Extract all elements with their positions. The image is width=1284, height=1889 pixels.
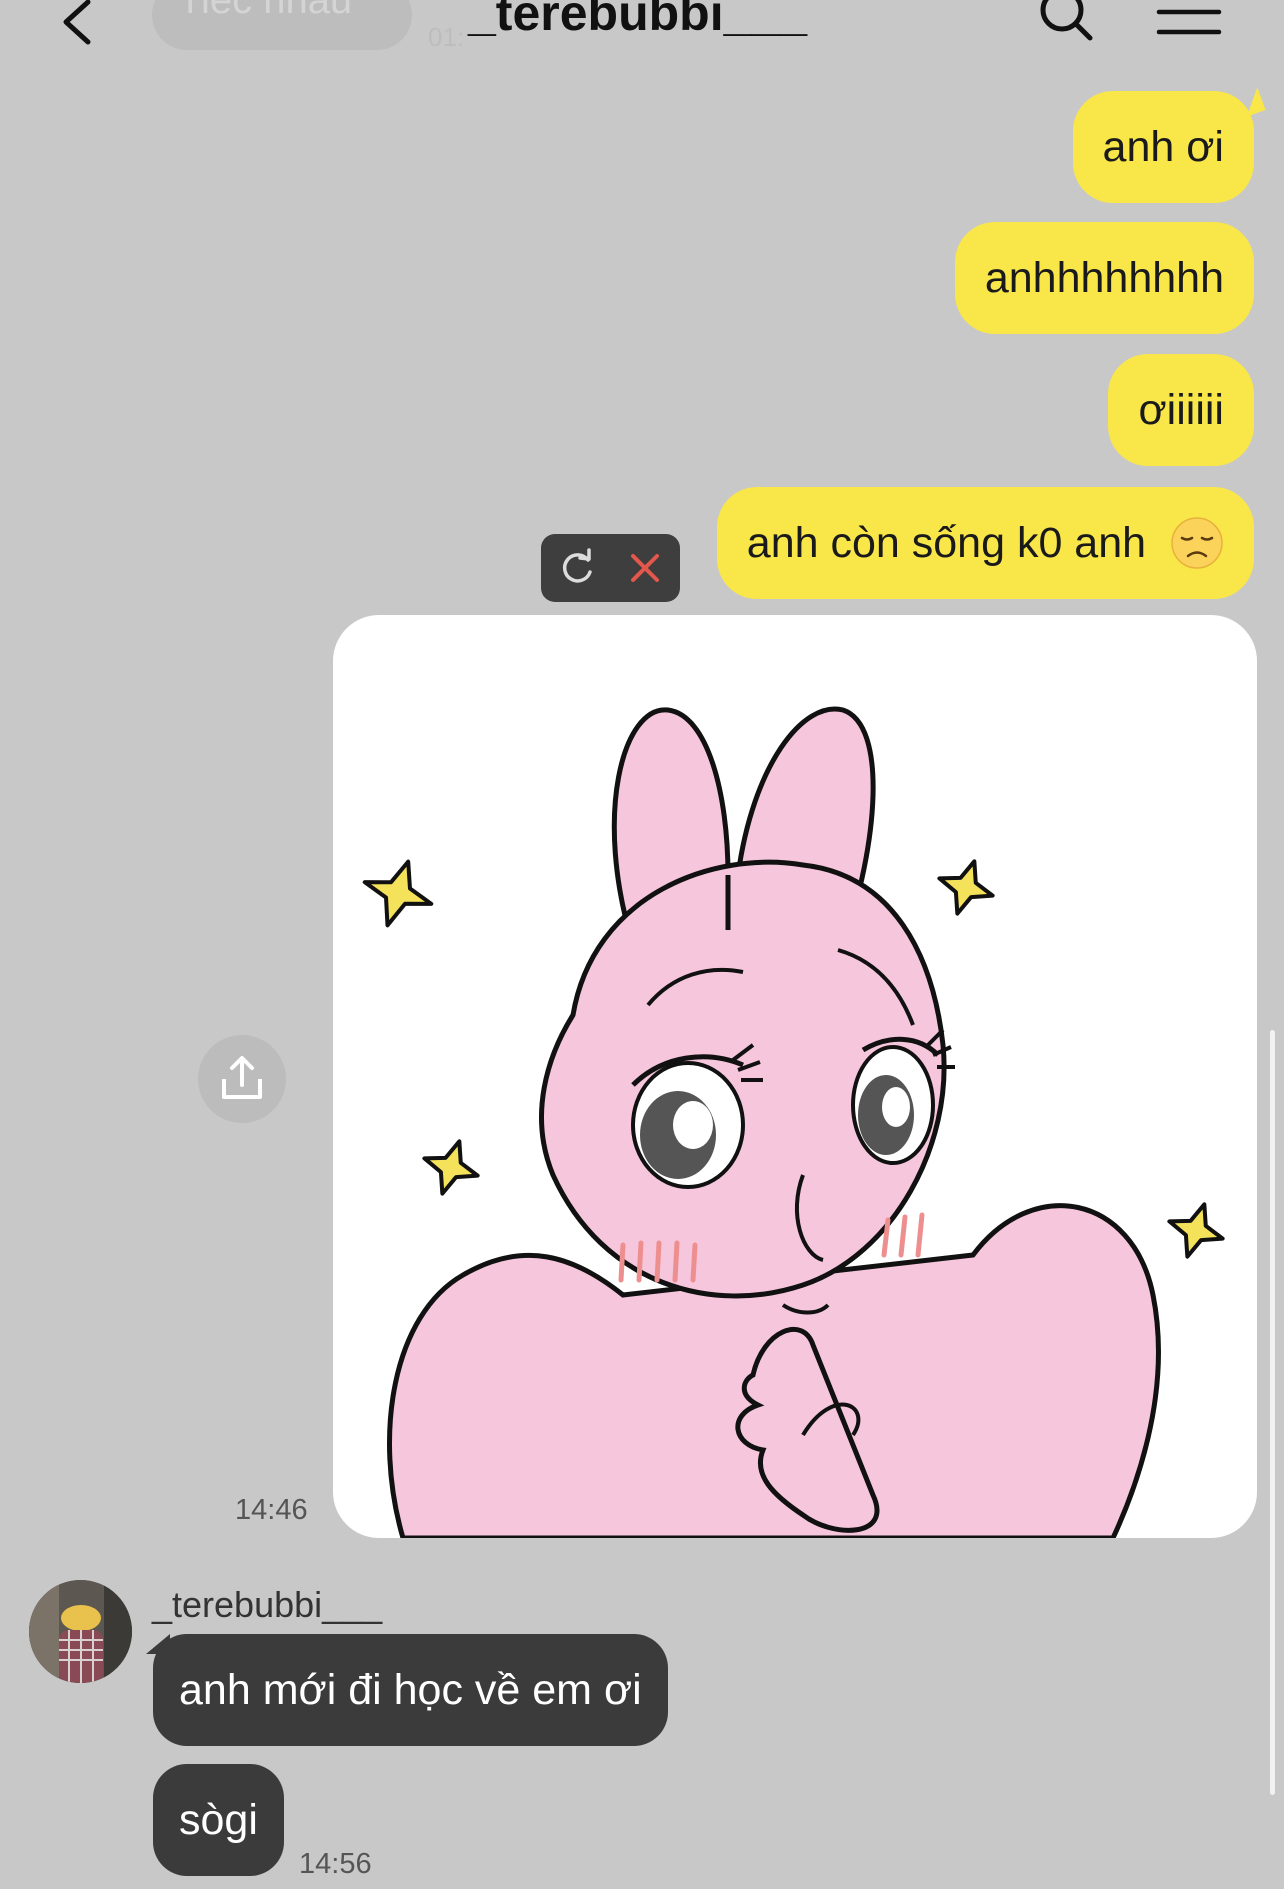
message-text: sògi	[179, 1796, 258, 1844]
outgoing-message[interactable]: anhhhhhhhh	[954, 222, 1254, 334]
chat-title: _terebubbi___	[468, 0, 808, 41]
back-icon[interactable]	[58, 0, 98, 46]
message-text: anhhhhhhhh	[984, 254, 1224, 302]
share-icon	[222, 1056, 262, 1099]
message-time: 14:56	[299, 1848, 372, 1880]
incoming-message[interactable]: anh mới đi học về em ơi	[153, 1634, 668, 1746]
search-icon[interactable]	[1038, 0, 1096, 44]
pink-bunny-sticker-icon	[362, 706, 1225, 1538]
sticker-message[interactable]	[333, 615, 1257, 1538]
message-text: anh ơi	[1102, 123, 1224, 171]
menu-icon[interactable]	[1156, 4, 1222, 38]
outgoing-message[interactable]: anh ơi	[1072, 91, 1254, 203]
avatar-photo-icon	[29, 1580, 132, 1683]
incoming-message[interactable]: sògi	[153, 1764, 284, 1876]
scrollbar[interactable]	[1270, 1030, 1275, 1795]
sender-name: _terebubbi___	[152, 1584, 383, 1625]
outgoing-message[interactable]: anh còn sống k0 anh	[716, 487, 1254, 599]
message-text: anh mới đi học về em ơi	[179, 1666, 642, 1714]
ghost-time: 01:	[428, 22, 465, 52]
cancel-icon[interactable]	[628, 551, 662, 585]
ghost-notice-text: Tiếc nhau	[178, 0, 353, 22]
disappointed-face-icon	[1171, 516, 1223, 569]
avatar[interactable]	[29, 1580, 132, 1683]
message-text: ơiiiiii	[1138, 386, 1224, 434]
share-button[interactable]	[198, 1035, 286, 1123]
message-text: anh còn sống k0 anh	[746, 519, 1147, 567]
outgoing-message[interactable]: ơiiiiii	[1108, 354, 1254, 466]
retry-icon[interactable]	[558, 548, 596, 588]
message-time: 14:46	[235, 1494, 308, 1526]
